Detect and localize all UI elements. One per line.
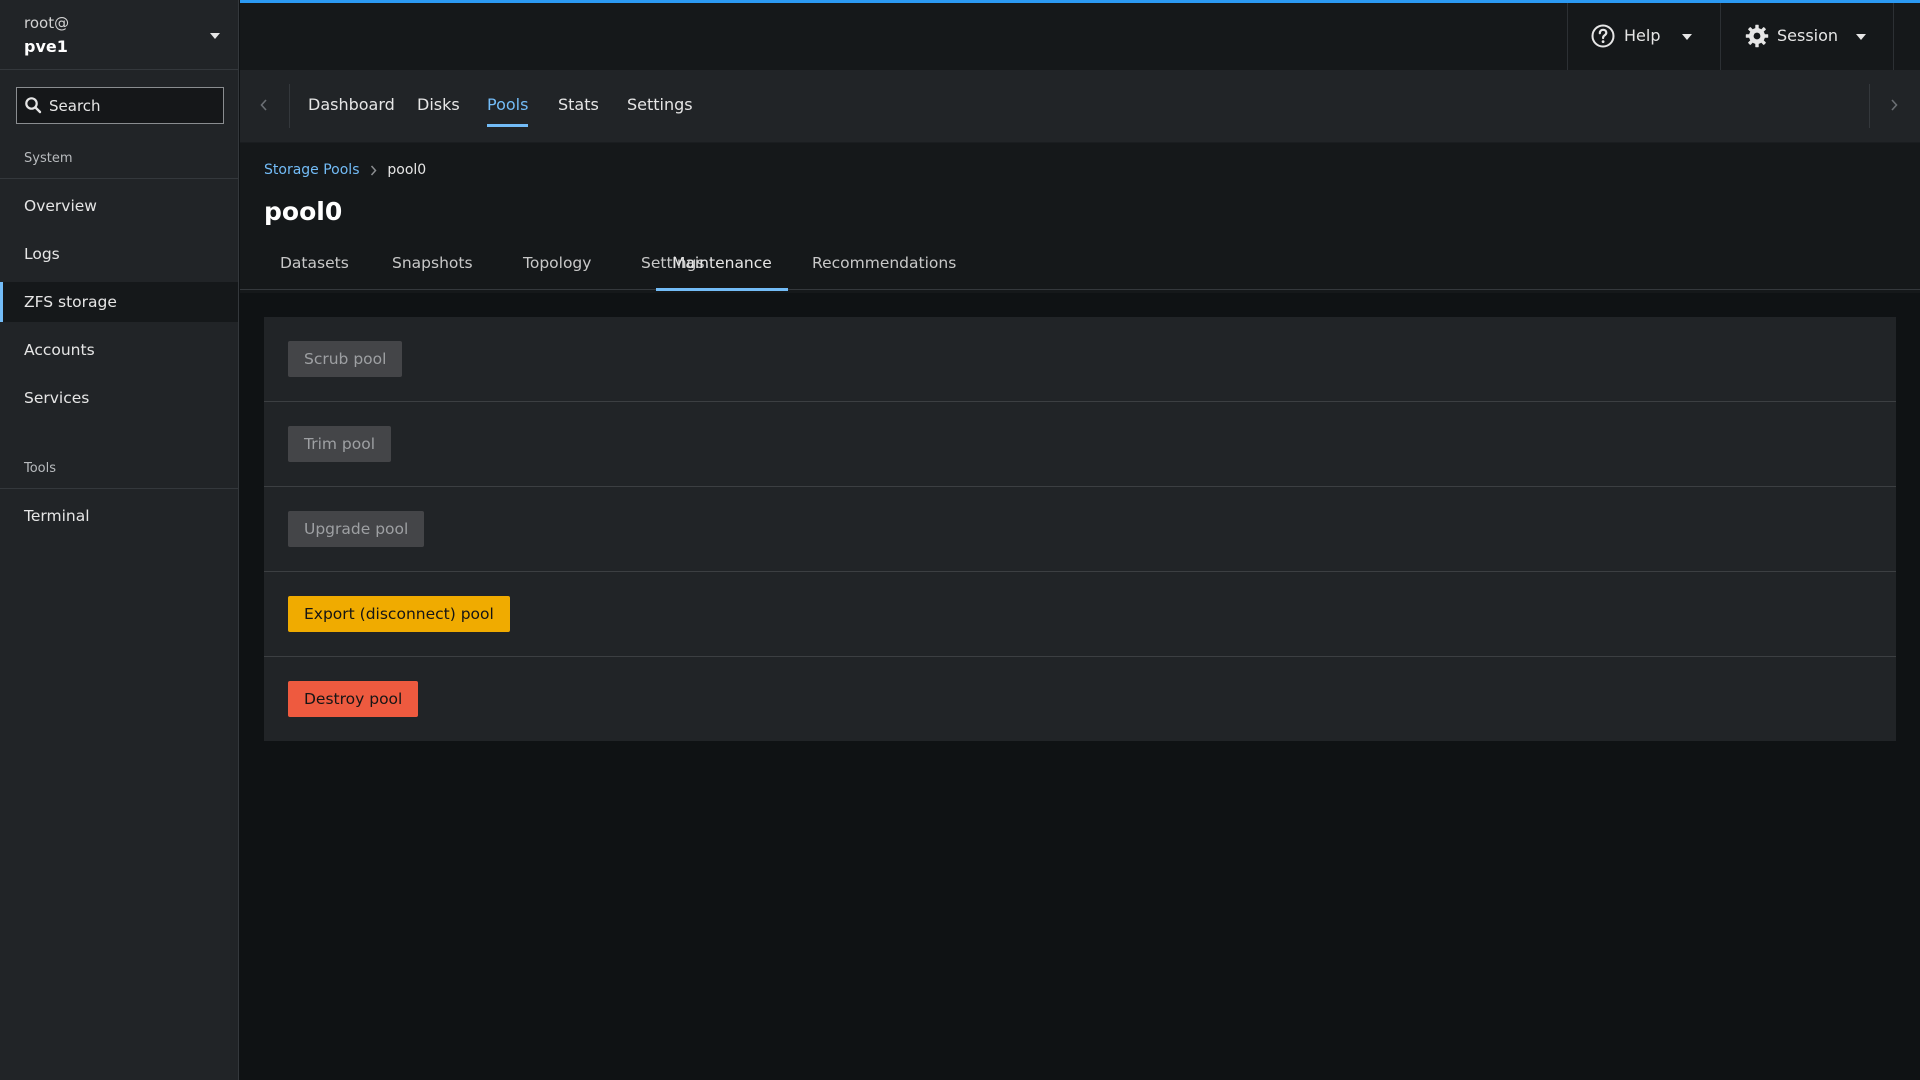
maintenance-row: Trim pool [264,402,1896,487]
divider [0,178,239,179]
breadcrumb: Storage Pools pool0 [264,162,426,178]
primary-tabs: Dashboard Disks Pools Stats Settings [240,70,1920,143]
chevron-right-icon [1891,99,1898,111]
gear-icon [1745,24,1769,48]
tab-disks[interactable]: Disks [417,70,460,143]
caret-down-icon [210,33,220,39]
host-name: pve1 [24,37,68,56]
subtab-recommendations[interactable]: Recommendations [796,240,972,290]
search-box[interactable] [16,87,224,124]
destroy-pool-button[interactable]: Destroy pool [288,681,419,717]
trim-pool-button[interactable]: Trim pool [288,426,392,462]
page-header: Storage Pools pool0 pool0 Datasets Snaps… [240,143,1920,293]
page-title: pool0 [264,197,343,226]
maintenance-row: Upgrade pool [264,487,1896,572]
search-icon [25,97,42,114]
host-switcher[interactable]: root@ pve1 [0,0,239,70]
help-menu[interactable]: Help [1567,3,1720,70]
tab-dashboard[interactable]: Dashboard [308,70,395,143]
nav-group-tools: Tools [24,461,57,476]
top-bar: Help Session [240,0,1920,70]
host-user: root@ [24,14,70,32]
chevron-right-icon [370,165,377,175]
tab-pools[interactable]: Pools [487,70,529,143]
subtab-datasets[interactable]: Datasets [264,240,365,290]
scrub-pool-button[interactable]: Scrub pool [288,341,403,377]
sidebar-item-terminal[interactable]: Terminal [0,496,238,536]
maintenance-row: Destroy pool [264,657,1896,742]
subtab-topology[interactable]: Topology [507,240,607,290]
breadcrumb-link-storage-pools[interactable]: Storage Pools [264,162,359,178]
scroll-left-button[interactable] [240,84,290,128]
search-input[interactable] [49,88,221,123]
session-menu[interactable]: Session [1720,3,1894,70]
chevron-left-icon [260,99,267,111]
scroll-right-button[interactable] [1869,84,1919,128]
help-label: Help [1624,26,1661,45]
sidebar-item-accounts[interactable]: Accounts [0,330,238,370]
export-pool-button[interactable]: Export (disconnect) pool [288,596,510,632]
subtab-snapshots[interactable]: Snapshots [376,240,489,290]
maintenance-row: Scrub pool [264,317,1896,402]
caret-down-icon [1682,34,1692,40]
subtab-maintenance[interactable]: Maintenance [656,240,788,291]
session-label: Session [1777,26,1839,45]
tab-settings[interactable]: Settings [627,70,693,143]
sidebar-item-services[interactable]: Services [0,378,238,418]
main-content: Scrub pool Trim pool Upgrade pool Export… [240,293,1920,1080]
upgrade-pool-button[interactable]: Upgrade pool [288,511,425,547]
nav-group-system: System [24,151,73,166]
breadcrumb-current: pool0 [387,162,427,178]
divider [0,488,239,489]
sidebar-item-zfs-storage[interactable]: ZFS storage [0,282,238,322]
maintenance-card: Scrub pool Trim pool Upgrade pool Export… [264,317,1896,741]
sidebar-item-overview[interactable]: Overview [0,186,238,226]
caret-down-icon [1856,34,1866,40]
pool-subtabs: Datasets Snapshots Topology Settings Mai… [240,240,1920,291]
tab-stats[interactable]: Stats [558,70,599,143]
sidebar: root@ pve1 System Overview Logs ZFS stor… [0,0,239,1080]
help-icon [1591,24,1615,48]
sidebar-item-logs[interactable]: Logs [0,234,238,274]
maintenance-row: Export (disconnect) pool [264,572,1896,657]
